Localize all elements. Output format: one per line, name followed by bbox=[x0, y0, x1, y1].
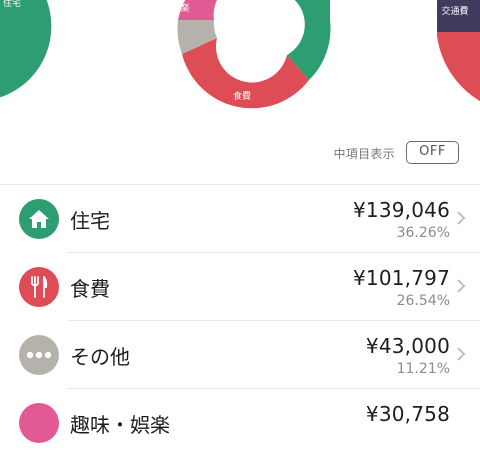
category-amount: ¥139,046 bbox=[352, 198, 450, 222]
category-name: 食費 bbox=[70, 277, 110, 301]
chevron-right-icon bbox=[457, 347, 466, 361]
sub-category-toggle-row: 中項目表示 OFF bbox=[0, 138, 480, 168]
left-donut-housing-label: 住宅 bbox=[3, 0, 21, 9]
left-donut-housing-slice bbox=[0, 0, 52, 98]
donut-charts: 住宅 趣味・娯楽 その他 食費 交通費 bbox=[0, 0, 480, 109]
category-percent: 26.54% bbox=[396, 293, 450, 309]
category-amount: ¥30,758 bbox=[365, 402, 450, 426]
right-donut-food-slice bbox=[437, 32, 480, 102]
category-name: 住宅 bbox=[70, 209, 110, 233]
category-row-housing[interactable]: 住宅 ¥139,046 36.26% bbox=[0, 185, 480, 253]
donut-chart-carousel[interactable]: 住宅 趣味・娯楽 その他 食費 交通費 bbox=[0, 0, 480, 125]
category-amount: ¥43,000 bbox=[365, 334, 450, 358]
category-percent: 11.21% bbox=[396, 361, 450, 377]
hobby-icon bbox=[19, 403, 59, 443]
category-name: その他 bbox=[70, 345, 130, 369]
center-donut-hobby-label: 趣味・娯楽 bbox=[144, 2, 189, 14]
category-row-hobby[interactable]: 趣味・娯楽 ¥30,758 bbox=[0, 389, 480, 457]
center-donut-other-label: その他 bbox=[153, 44, 180, 56]
sub-category-toggle-label: 中項目表示 bbox=[333, 147, 395, 161]
sub-category-toggle-button[interactable]: OFF bbox=[406, 141, 459, 164]
category-list: 住宅 ¥139,046 36.26% 食費 ¥101,797 26.54% その… bbox=[0, 185, 480, 457]
ellipsis-icon bbox=[19, 335, 59, 375]
house-icon bbox=[19, 199, 59, 239]
category-row-other[interactable]: その他 ¥43,000 11.21% bbox=[0, 321, 480, 389]
category-name: 趣味・娯楽 bbox=[70, 413, 170, 437]
center-donut[interactable]: 趣味・娯楽 その他 食費 bbox=[144, 0, 331, 109]
chevron-right-icon bbox=[457, 279, 466, 293]
center-donut-food-label: 食費 bbox=[233, 90, 251, 102]
category-row-food[interactable]: 食費 ¥101,797 26.54% bbox=[0, 253, 480, 321]
category-amount: ¥101,797 bbox=[352, 266, 450, 290]
category-percent: 36.26% bbox=[396, 225, 450, 241]
chevron-right-icon bbox=[457, 211, 466, 225]
fork-knife-icon bbox=[19, 267, 59, 307]
right-donut-transport-label: 交通費 bbox=[441, 5, 468, 17]
